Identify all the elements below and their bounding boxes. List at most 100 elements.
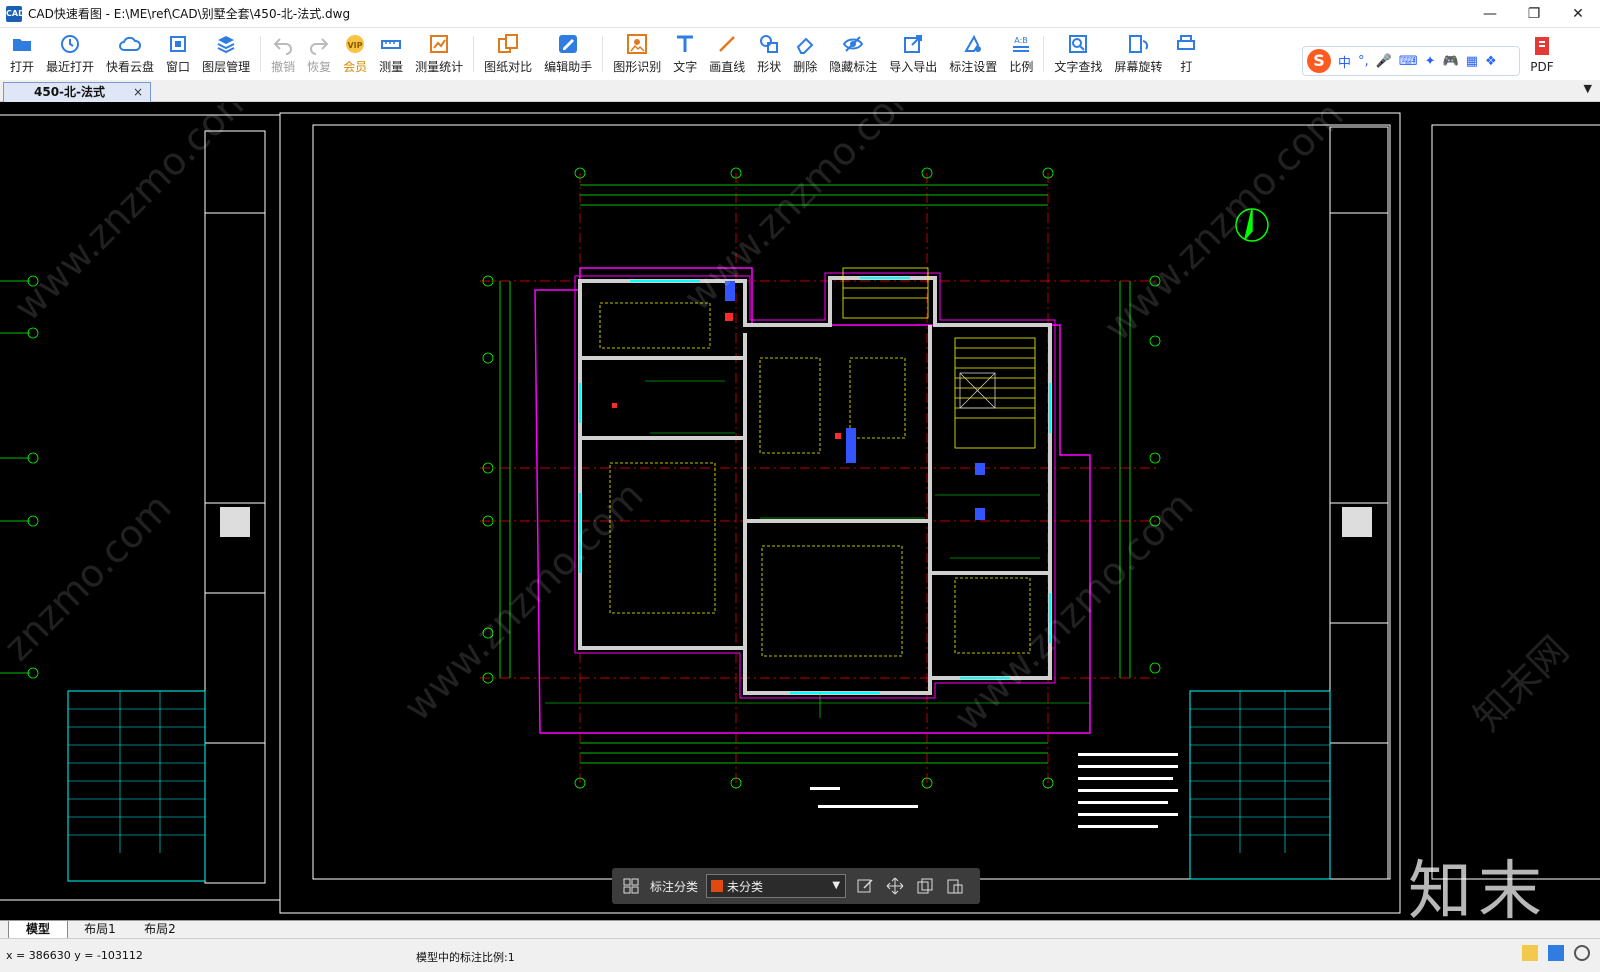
rotate-screen-icon (1127, 33, 1149, 55)
maximize-button[interactable]: ❐ (1512, 0, 1556, 28)
shape-button[interactable]: 形状 (751, 28, 787, 80)
layer-manager-button[interactable]: 图层管理 (196, 28, 256, 80)
shape-recognition-icon (626, 33, 648, 55)
shape-recognition-button[interactable]: 图形识别 (607, 28, 667, 80)
open-button[interactable]: 打开 (4, 28, 40, 80)
cad-canvas[interactable]: www.znzmo.com www.znzmo.com www.znzmo.co… (0, 103, 1600, 920)
layers-icon (215, 33, 237, 55)
app-icon: CAD (6, 5, 25, 22)
ime-game-icon[interactable]: 🎮 (1443, 54, 1459, 69)
measure-stats-button[interactable]: 测量统计 (409, 28, 469, 80)
sogou-logo-icon[interactable]: S (1307, 49, 1331, 73)
copy-icon[interactable] (914, 875, 936, 897)
tab-list-arrow-icon[interactable]: ▼ (1584, 82, 1592, 95)
paste-icon[interactable] (944, 875, 966, 897)
ime-toolbar: S 中 °, 🎤 ⌨ ✦ 🎮 ▦ ❖ (1302, 46, 1520, 76)
pdf-export-button[interactable]: PDF (1524, 28, 1560, 80)
mode-icon[interactable] (1548, 945, 1564, 961)
annotation-settings-button[interactable]: 标注设置 (943, 28, 1003, 80)
tab-model[interactable]: 模型 (8, 921, 68, 938)
svg-text:www.znzmo.com: www.znzmo.com (945, 483, 1201, 739)
redo-icon (308, 33, 330, 55)
wall-outlines (574, 272, 1056, 699)
document-tab[interactable]: 450-北-法式 × (3, 82, 151, 102)
sheet-notes (810, 753, 1178, 828)
import-export-icon (902, 33, 924, 55)
minimize-button[interactable]: — (1468, 0, 1512, 28)
category-grid-icon[interactable] (620, 875, 642, 897)
tab-layout2[interactable]: 布局2 (130, 921, 190, 938)
ime-settings-icon[interactable]: ❖ (1485, 54, 1497, 69)
edit-annotation-icon[interactable] (854, 875, 876, 897)
annotation-settings-icon (962, 33, 984, 55)
hide-annotations-button[interactable]: 隐藏标注 (823, 28, 883, 80)
svg-text:VIP: VIP (348, 41, 363, 50)
svg-text:www.znzmo.com: www.znzmo.com (1095, 103, 1351, 349)
vip-icon: VIP (344, 33, 366, 55)
import-export-button[interactable]: 导入导出 (883, 28, 943, 80)
print-button[interactable]: 打 (1168, 28, 1204, 80)
building-walls (578, 276, 1052, 695)
redo-button[interactable]: 恢复 (301, 28, 337, 80)
compare-icon (497, 33, 519, 55)
scale-icon: A:B (1010, 33, 1032, 55)
toolbar-divider (1043, 36, 1045, 72)
category-select[interactable]: 未分类 ▼ (706, 874, 847, 898)
vip-button[interactable]: VIP 会员 (337, 28, 373, 80)
svg-text:知末网: 知末网 (1465, 628, 1577, 740)
delete-button[interactable]: 删除 (787, 28, 823, 80)
layout-tab-bar: 模型 布局1 布局2 (0, 920, 1600, 938)
eraser-icon (794, 33, 816, 55)
cursor-coordinates: x = 386630 y = -103112 (6, 949, 143, 962)
scale-button[interactable]: A:B 比例 (1003, 28, 1039, 80)
measure-button[interactable]: 测量 (373, 28, 409, 80)
toolbar-divider (260, 36, 262, 72)
toolbar-divider (602, 36, 604, 72)
draw-line-button[interactable]: 画直线 (703, 28, 751, 80)
ime-punctuation-icon[interactable]: °, (1358, 54, 1369, 69)
note-icon[interactable] (1522, 945, 1538, 961)
category-label: 标注分类 (650, 879, 699, 894)
text-search-icon (1067, 33, 1089, 55)
move-icon[interactable] (884, 875, 906, 897)
svg-text:www.znzmo.com: www.znzmo.com (395, 473, 651, 729)
cad-drawing: www.znzmo.com www.znzmo.com www.znzmo.co… (0, 103, 1600, 914)
recent-open-button[interactable]: 最近打开 (40, 28, 100, 80)
annotation-scale-text: 模型中的标注比例:1 (416, 951, 515, 964)
svg-text:www.znzmo.com: www.znzmo.com (675, 103, 931, 319)
left-sheet-table-lines (68, 691, 205, 853)
ime-skin-icon[interactable]: ✦ (1425, 54, 1436, 69)
svg-text:www.znzmo.com: www.znzmo.com (5, 103, 261, 329)
staircase (954, 337, 1036, 449)
category-select-value: 未分类 (727, 879, 764, 894)
toolbar-divider (473, 36, 475, 72)
screen-rotate-button[interactable]: 屏幕旋转 (1108, 28, 1168, 80)
text-button[interactable]: 文字 (667, 28, 703, 80)
eye-hide-icon (842, 33, 864, 55)
edit-assistant-button[interactable]: 编辑助手 (538, 28, 598, 80)
drawing-compare-button[interactable]: 图纸对比 (478, 28, 538, 80)
ime-microphone-icon[interactable]: 🎤 (1376, 54, 1392, 69)
ime-keyboard-icon[interactable]: ⌨ (1399, 54, 1418, 69)
annotation-category-bar: 标注分类 未分类 ▼ (612, 868, 980, 904)
window-button[interactable]: 窗口 (160, 28, 196, 80)
cloud-icon (119, 33, 142, 55)
right-sheet-table-lines (1190, 691, 1330, 853)
cloud-drive-button[interactable]: 快看云盘 (100, 28, 160, 80)
text-search-button[interactable]: 文字查找 (1048, 28, 1108, 80)
edit-assistant-icon (557, 33, 579, 55)
close-tab-icon[interactable]: × (133, 83, 143, 101)
balcony (842, 267, 929, 319)
document-tab-label: 450-北-法式 (34, 85, 106, 99)
text-icon (674, 33, 696, 55)
window-icon (167, 33, 189, 55)
svg-text:A:B: A:B (1015, 36, 1029, 45)
ruler-icon (380, 33, 402, 55)
window-title: CAD快速看图 - E:\ME\ref\CAD\别墅全套\450-北-法式.dw… (28, 7, 351, 21)
close-button[interactable]: ✕ (1556, 0, 1600, 28)
undo-button[interactable]: 撤销 (265, 28, 301, 80)
settings-icon[interactable] (1574, 945, 1590, 961)
ime-chinese-mode[interactable]: 中 (1338, 52, 1351, 71)
ime-grid-icon[interactable]: ▦ (1466, 54, 1478, 69)
tab-layout1[interactable]: 布局1 (70, 921, 130, 938)
